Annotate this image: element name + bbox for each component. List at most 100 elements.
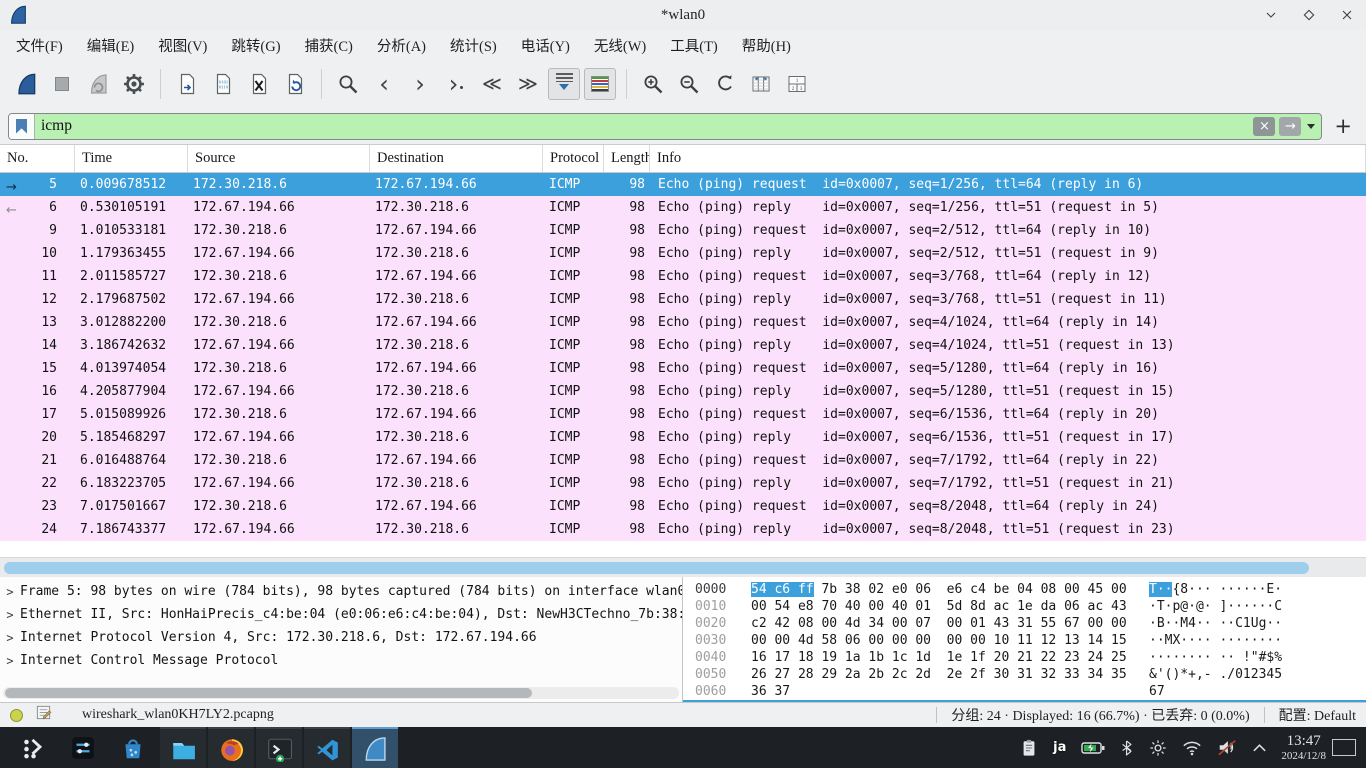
stop-capture-button[interactable] <box>46 68 78 100</box>
taskbar-app-discover[interactable] <box>110 727 156 768</box>
taskbar-app-files[interactable] <box>160 727 206 768</box>
packet-list-hscrollbar[interactable] <box>0 557 1366 577</box>
expand-arrow-icon[interactable]: > <box>0 631 20 645</box>
packet-row[interactable]: 226.183223705172.67.194.66172.30.218.6IC… <box>0 472 1366 495</box>
clipboard-icon[interactable] <box>1020 739 1038 757</box>
column-header-source[interactable]: Source <box>188 145 370 172</box>
zoom-reset-button[interactable] <box>709 68 741 100</box>
menu-item-3[interactable]: 跳转(G) <box>219 31 292 60</box>
go-to-packet-button[interactable]: › <box>440 68 472 100</box>
filter-bookmark-button[interactable] <box>9 114 35 139</box>
wifi-icon[interactable] <box>1182 739 1202 756</box>
packet-row[interactable]: ←60.530105191172.67.194.66172.30.218.6IC… <box>0 196 1366 219</box>
profile-label[interactable]: 配置: Default <box>1279 705 1356 725</box>
input-method-icon[interactable]: ja <box>1053 740 1066 755</box>
column-header-destination[interactable]: Destination <box>370 145 543 172</box>
menu-item-1[interactable]: 编辑(E) <box>75 31 147 60</box>
show-desktop-button[interactable] <box>1332 739 1356 756</box>
go-back-button[interactable]: ‹ <box>368 68 400 100</box>
column-header-info[interactable]: Info <box>650 145 1366 172</box>
packet-row[interactable]: 143.186742632172.67.194.66172.30.218.6IC… <box>0 334 1366 357</box>
maximize-button[interactable] <box>1300 6 1318 24</box>
packet-row[interactable]: 122.179687502172.67.194.66172.30.218.6IC… <box>0 288 1366 311</box>
bluetooth-icon[interactable] <box>1120 739 1134 756</box>
expand-arrow-icon[interactable]: > <box>0 608 20 622</box>
reload-file-button[interactable] <box>279 68 311 100</box>
packet-details-pane[interactable]: >Frame 5: 98 bytes on wire (784 bits), 9… <box>0 577 683 702</box>
packet-row[interactable]: 91.010533181172.30.218.6172.67.194.66ICM… <box>0 219 1366 242</box>
packet-row[interactable]: 112.011585727172.30.218.6172.67.194.66IC… <box>0 265 1366 288</box>
hex-row[interactable]: 003000 00 4d 58 06 00 00 00 00 00 10 11 … <box>695 633 1366 650</box>
taskbar-app-vscode[interactable] <box>304 727 350 768</box>
taskbar-app-wireshark[interactable] <box>352 727 398 768</box>
filter-dropdown-caret[interactable] <box>1307 124 1315 133</box>
packet-row[interactable]: 175.015089926172.30.218.6172.67.194.66IC… <box>0 403 1366 426</box>
go-first-button[interactable]: ≪ <box>476 68 508 100</box>
expand-arrow-icon[interactable]: > <box>0 654 20 668</box>
detail-tree-row[interactable]: >Internet Control Message Protocol <box>0 649 682 672</box>
display-filter-input[interactable]: icmp × → <box>8 113 1322 140</box>
details-hscrollbar[interactable] <box>3 687 679 699</box>
find-packet-button[interactable] <box>332 68 364 100</box>
packet-row[interactable]: 133.012882200172.30.218.6172.67.194.66IC… <box>0 311 1366 334</box>
restart-capture-button[interactable] <box>82 68 114 100</box>
title-bar[interactable]: *wlan0 <box>0 0 1366 30</box>
filter-clear-button[interactable]: × <box>1253 117 1275 136</box>
volume-muted-icon[interactable] <box>1217 739 1237 756</box>
close-button[interactable] <box>1338 6 1356 24</box>
expand-tray-icon[interactable] <box>1252 743 1267 753</box>
hex-row[interactable]: 001000 54 e8 70 40 00 40 01 5d 8d ac 1e … <box>695 599 1366 616</box>
detail-tree-row[interactable]: >Internet Protocol Version 4, Src: 172.3… <box>0 626 682 649</box>
auto-scroll-button[interactable] <box>548 68 580 100</box>
hex-row[interactable]: 0020c2 42 08 00 4d 34 00 07 00 01 43 31 … <box>695 616 1366 633</box>
colorize-button[interactable] <box>584 68 616 100</box>
go-forward-button[interactable]: › <box>404 68 436 100</box>
capture-comment-icon[interactable] <box>35 704 52 726</box>
hex-row[interactable]: 006036 3767 <box>695 684 1366 701</box>
filter-add-button[interactable]: + <box>1322 114 1360 138</box>
layout-button[interactable]: 123 <box>781 68 813 100</box>
hex-row[interactable]: 004016 17 18 19 1a 1b 1c 1d 1e 1f 20 21 … <box>695 650 1366 667</box>
open-file-button[interactable] <box>171 68 203 100</box>
start-capture-button[interactable] <box>10 68 42 100</box>
detail-tree-row[interactable]: >Frame 5: 98 bytes on wire (784 bits), 9… <box>0 580 682 603</box>
zoom-in-button[interactable] <box>637 68 669 100</box>
menu-item-5[interactable]: 分析(A) <box>365 31 438 60</box>
detail-tree-row[interactable]: >Ethernet II, Src: HonHaiPrecis_c4:be:04… <box>0 603 682 626</box>
packet-bytes-pane[interactable]: 000054 c6 ff 7b 38 02 e0 06 e6 c4 be 04 … <box>683 577 1366 702</box>
packet-row[interactable]: →50.009678512172.30.218.6172.67.194.66IC… <box>0 173 1366 196</box>
scrollbar-thumb[interactable] <box>5 688 532 698</box>
packet-row[interactable]: 101.179363455172.67.194.66172.30.218.6IC… <box>0 242 1366 265</box>
brightness-icon[interactable] <box>1149 739 1167 757</box>
menu-item-4[interactable]: 捕获(C) <box>293 31 365 60</box>
menu-item-8[interactable]: 无线(W) <box>582 31 658 60</box>
column-header-protocol[interactable]: Protocol <box>543 145 604 172</box>
taskbar-clock[interactable]: 13:47 2024/12/8 <box>1281 733 1326 762</box>
column-header-length[interactable]: Length <box>604 145 650 172</box>
zoom-out-button[interactable] <box>673 68 705 100</box>
packet-row[interactable]: 205.185468297172.67.194.66172.30.218.6IC… <box>0 426 1366 449</box>
expert-info-icon[interactable] <box>10 709 23 722</box>
battery-icon[interactable] <box>1081 740 1105 756</box>
go-last-button[interactable]: ≫ <box>512 68 544 100</box>
packet-row[interactable]: 154.013974054172.30.218.6172.67.194.66IC… <box>0 357 1366 380</box>
scrollbar-thumb[interactable] <box>4 562 1309 574</box>
menu-item-10[interactable]: 帮助(H) <box>730 31 803 60</box>
column-header-time[interactable]: Time <box>75 145 188 172</box>
taskbar-app-firefox[interactable] <box>208 727 254 768</box>
packet-row[interactable]: 237.017501667172.30.218.6172.67.194.66IC… <box>0 495 1366 518</box>
packet-row[interactable]: 216.016488764172.30.218.6172.67.194.66IC… <box>0 449 1366 472</box>
menu-item-7[interactable]: 电话(Y) <box>509 31 582 60</box>
minimize-button[interactable] <box>1262 6 1280 24</box>
expand-arrow-icon[interactable]: > <box>0 585 20 599</box>
column-header-no[interactable]: No. <box>0 145 75 172</box>
close-file-button[interactable] <box>243 68 275 100</box>
resize-columns-button[interactable] <box>745 68 777 100</box>
packet-row[interactable]: 164.205877904172.67.194.66172.30.218.6IC… <box>0 380 1366 403</box>
taskbar-app-settings[interactable] <box>60 727 106 768</box>
filter-apply-button[interactable]: → <box>1279 117 1301 136</box>
menu-item-9[interactable]: 工具(T) <box>658 31 730 60</box>
menu-item-0[interactable]: 文件(F) <box>4 31 75 60</box>
hex-row[interactable]: 000054 c6 ff 7b 38 02 e0 06 e6 c4 be 04 … <box>695 582 1366 599</box>
taskbar-app-konsole[interactable] <box>256 727 302 768</box>
